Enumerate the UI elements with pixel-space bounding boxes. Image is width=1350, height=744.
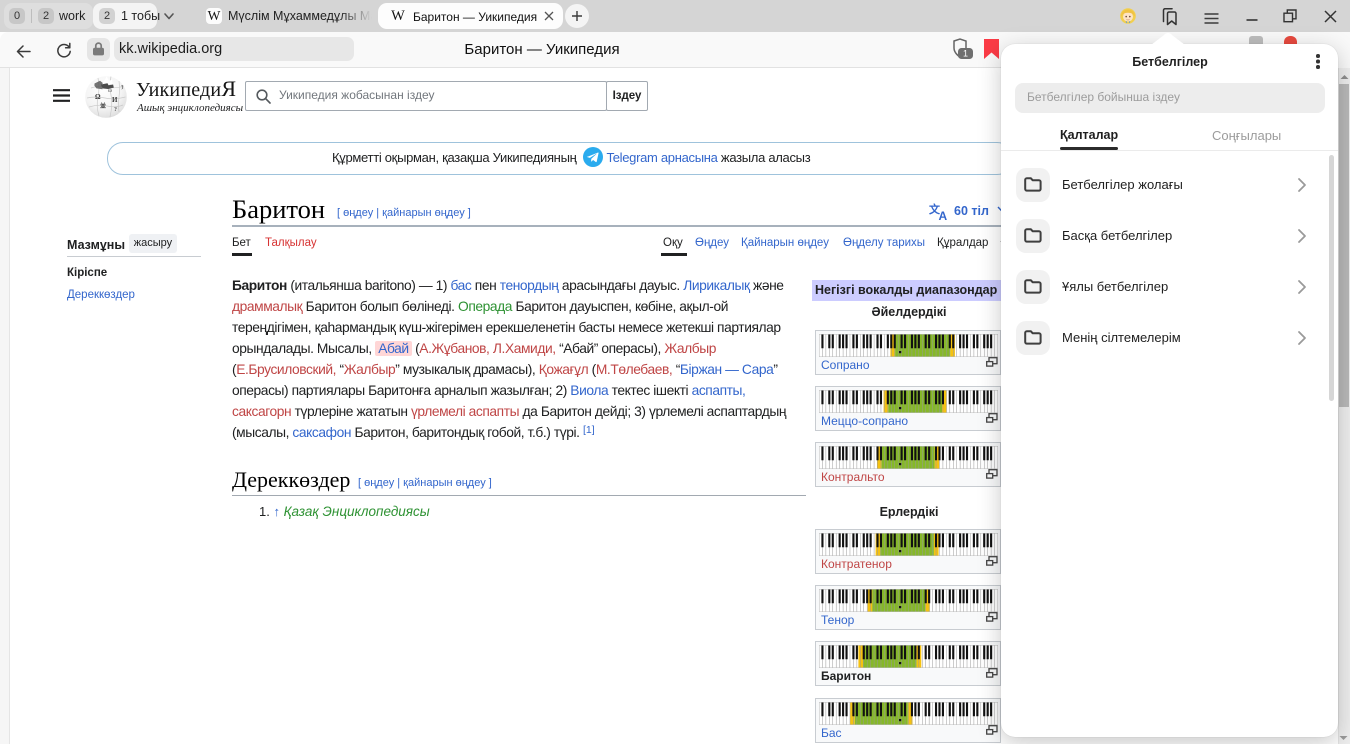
svg-text:И: И (112, 96, 118, 104)
svg-text:1: 1 (963, 49, 968, 59)
svg-text:A: A (939, 209, 948, 220)
svg-text:ω: ω (108, 88, 112, 94)
svg-text:並: 並 (100, 102, 106, 110)
svg-text:Ω: Ω (95, 93, 101, 101)
svg-text:?: ? (114, 107, 117, 113)
